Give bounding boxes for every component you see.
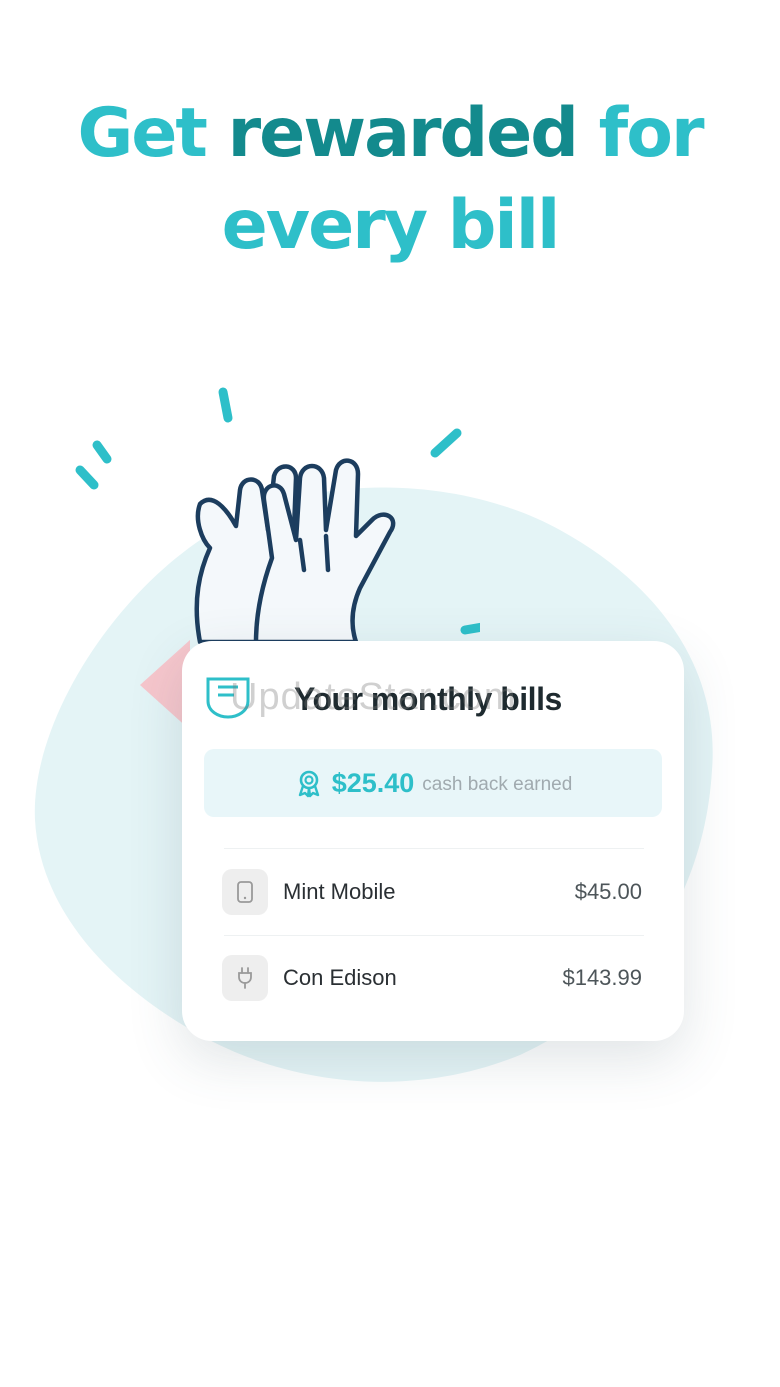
cashback-label: cash back earned: [422, 774, 573, 795]
plug-icon: [222, 955, 268, 1001]
hands-icon: [194, 458, 396, 645]
headline: Get rewarded for every bill: [0, 88, 780, 272]
bill-row-con-edison[interactable]: Con Edison $143.99: [222, 952, 642, 1004]
headline-word-rewarded: rewarded: [227, 94, 599, 173]
bill-name: Con Edison: [283, 965, 397, 990]
app-logo-icon: [206, 677, 250, 719]
bill-row-mint-mobile[interactable]: Mint Mobile $45.00: [222, 866, 642, 918]
bill-name: Mint Mobile: [283, 879, 396, 904]
divider: [224, 935, 644, 936]
phone-icon: [222, 869, 268, 915]
headline-word-get: Get: [77, 94, 228, 173]
cashback-amount: $25.40: [331, 767, 415, 798]
card-title: Your monthly bills: [294, 681, 562, 717]
bill-amount: $143.99: [562, 965, 642, 990]
headline-word-for: for: [598, 94, 705, 173]
high-five-illustration: [75, 387, 480, 645]
cashback-banner: $25.40 cash back earned: [204, 749, 662, 817]
divider: [224, 848, 644, 849]
card-header: Your monthly bills: [204, 673, 664, 721]
headline-line-2: every bill: [221, 186, 561, 265]
monthly-bills-card: Your monthly bills $25.40 cash back earn…: [182, 641, 684, 1041]
headline-line-1: Get rewarded for: [0, 88, 780, 180]
bill-amount: $45.00: [574, 879, 642, 904]
award-ribbon-icon: [298, 770, 319, 798]
